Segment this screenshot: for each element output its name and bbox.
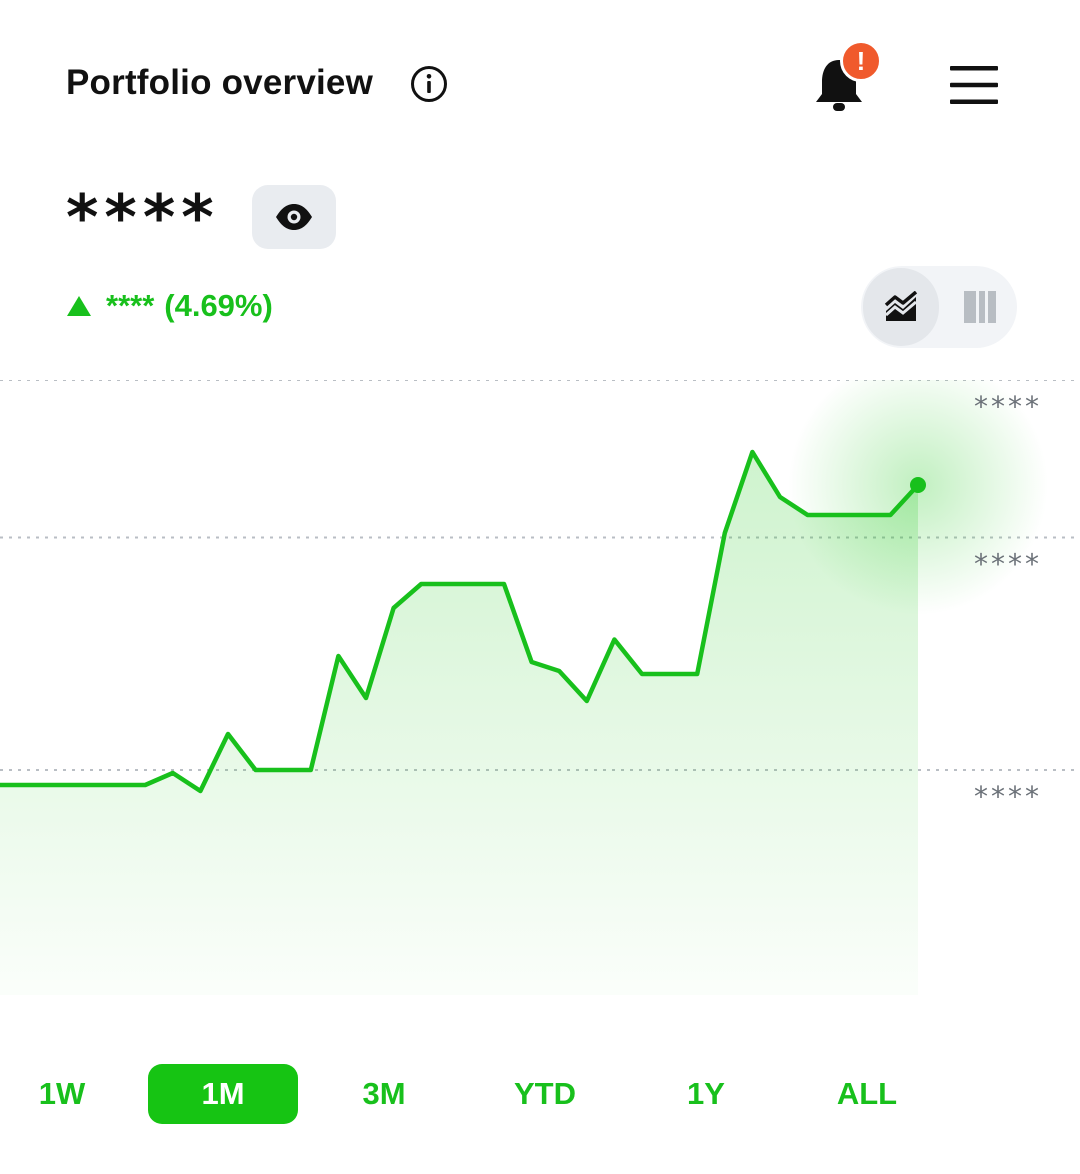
line-chart-icon xyxy=(884,291,918,321)
range-button-all[interactable]: ALL xyxy=(792,1064,942,1124)
line-chart-view-button[interactable] xyxy=(863,268,939,346)
change-percent: (4.69%) xyxy=(164,288,273,323)
y-tick-label: **** xyxy=(974,390,1042,423)
range-button-3m[interactable]: 3M xyxy=(309,1064,459,1124)
bar-chart-view-button[interactable] xyxy=(947,268,1013,346)
y-tick-label: **** xyxy=(974,780,1042,813)
page-title: Portfolio overview xyxy=(66,63,373,102)
menu-icon[interactable] xyxy=(948,64,1000,106)
portfolio-chart: **** **** **** xyxy=(0,380,1080,995)
toggle-visibility-button[interactable] xyxy=(252,185,336,249)
change-indicator: **** (4.69%) xyxy=(66,286,273,326)
range-button-ytd[interactable]: YTD xyxy=(470,1064,620,1124)
info-icon[interactable] xyxy=(410,65,448,103)
bar-chart-icon xyxy=(964,291,996,323)
range-button-1m[interactable]: 1M xyxy=(148,1064,298,1124)
time-range-selector: 1W 1M 3M YTD 1Y ALL xyxy=(39,1064,1024,1124)
up-arrow-icon xyxy=(67,296,91,316)
range-button-1w[interactable]: 1W xyxy=(0,1064,137,1124)
y-tick-label: **** xyxy=(974,548,1042,581)
alert-badge: ! xyxy=(840,40,882,82)
balance-value: **** xyxy=(66,181,220,254)
eye-icon xyxy=(276,204,312,230)
area-fill xyxy=(0,452,918,995)
range-button-1y[interactable]: 1Y xyxy=(631,1064,781,1124)
last-point-marker xyxy=(910,477,926,493)
chart-type-toggle xyxy=(861,266,1017,348)
change-amount: **** xyxy=(106,288,155,323)
